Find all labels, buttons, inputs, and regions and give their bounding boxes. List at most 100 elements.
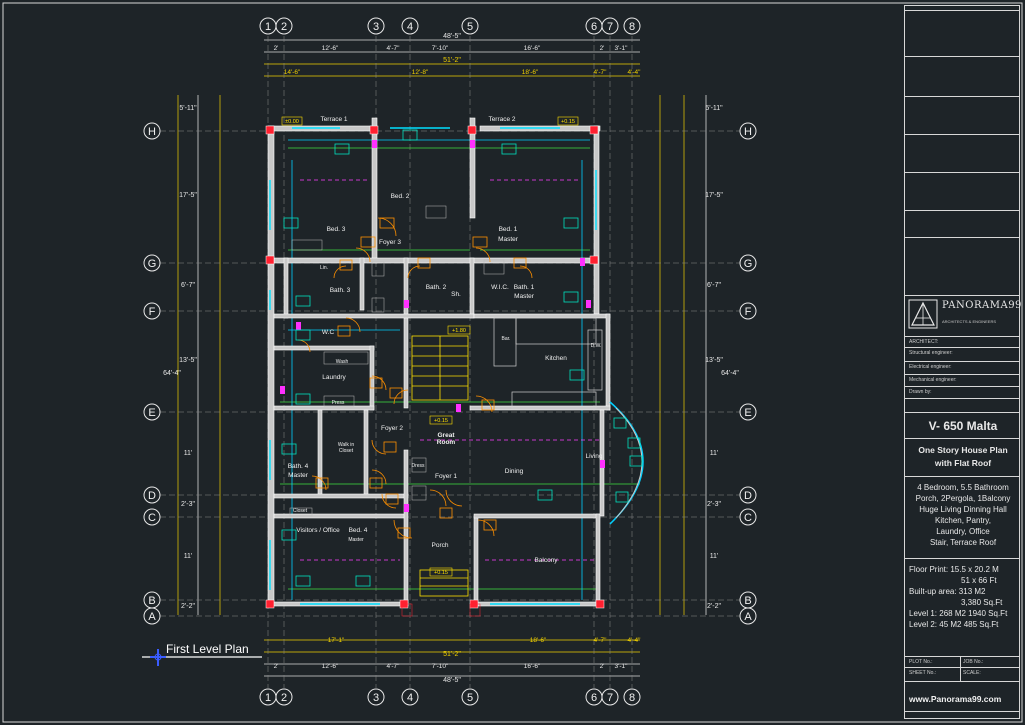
- room-label-office: Visitors / Office: [296, 527, 340, 534]
- dim-bottom-row1-0: 17'-1": [328, 637, 345, 644]
- desc-line-1: 4 Bedroom, 5.5 Bathroom: [917, 483, 1009, 492]
- room-label-wic: W.I.C.: [491, 284, 509, 291]
- project-code: V- 650 Malta: [928, 419, 998, 433]
- room-label-great: Great: [438, 432, 456, 439]
- grid-col-6-bottom-label: 6: [591, 692, 597, 704]
- floor-plan-drawing: 1122334455667788H HG GF FE ED DC CB BA A 48'-5"2…: [2, 2, 1023, 723]
- room-label-bath1-master: Master: [514, 293, 535, 300]
- grid-col-1-bottom-label: 1: [265, 692, 271, 704]
- role-mechanical: Mechanical engineer:: [909, 377, 957, 383]
- dim-top-row3-0: 14'-6": [284, 69, 301, 76]
- room-label-foyer1: Foyer 1: [435, 473, 457, 480]
- dim-top-row3-2: 18'-6": [522, 69, 539, 76]
- scale-label: SCALE:: [963, 670, 981, 676]
- grid-row-C-right-label: C: [744, 512, 752, 524]
- grid-col-5-bottom-label: 5: [467, 692, 473, 704]
- dim-bottom-row3-2: 4'-7": [387, 663, 401, 670]
- dim-top-row3-4: 4'-4": [628, 69, 642, 76]
- dim-right-0: 5'-11": [705, 105, 723, 112]
- svg-text:+0.15: +0.15: [434, 418, 448, 424]
- room-label-kitchen: Kitchen: [545, 355, 567, 362]
- area-level-2: Level 2: 45 M2 485 Sq.Ft: [909, 620, 999, 629]
- room-label-lin: Lin.: [320, 265, 328, 271]
- grid-col-7-bottom-label: 7: [607, 692, 613, 704]
- plan-title: First Level Plan: [166, 642, 249, 656]
- room-label-bath4: Bath. 4: [288, 463, 309, 470]
- room-label-press: Press: [332, 400, 345, 406]
- grid-row-G-left-label: G: [148, 258, 157, 270]
- plan-title-block: First Level Plan: [142, 642, 262, 666]
- room-label-bed1-master: Master: [498, 236, 519, 243]
- grid-col-3-bottom-label: 3: [373, 692, 379, 704]
- grid-col-4-bottom-label: 4: [407, 692, 413, 704]
- room-label-laundry: Laundry: [322, 374, 346, 381]
- dim-left-5: 2'-3": [181, 501, 195, 508]
- dim-right-7: 2'-2": [707, 603, 721, 610]
- website-link[interactable]: www.Panorama99.com: [909, 694, 1001, 704]
- dim-right-2: 6'-7": [707, 282, 721, 289]
- project-type-2: with Flat Roof: [934, 458, 992, 468]
- svg-text:±0.00: ±0.00: [285, 119, 299, 125]
- svg-text:+1.80: +1.80: [452, 328, 466, 334]
- dim-bottom-row3-0: 2': [274, 663, 279, 670]
- dim-right-6: 11': [710, 553, 719, 560]
- dim-left-2: 6'-7": [181, 282, 195, 289]
- grid-col-8-top-label: 8: [629, 21, 635, 33]
- desc-line-5: Laundry, Office: [936, 527, 990, 536]
- dim-bottom-row1-1: 18'-6": [530, 637, 547, 644]
- grid-row-H-left-label: H: [148, 126, 156, 138]
- dim-left-3: 13'-5": [179, 357, 197, 364]
- dim-bottom-row1-2: 4'-7": [594, 637, 608, 644]
- dim-top-row1-1: 12'-6": [322, 45, 339, 52]
- grid-col-1-top-label: 1: [265, 21, 271, 33]
- room-label-closet2: Closet: [293, 508, 308, 514]
- room-label-terrace2: Terrace 2: [488, 116, 515, 123]
- grid-col-2-bottom-label: 2: [281, 692, 287, 704]
- dim-top-row1-6: 3'-1": [615, 45, 629, 52]
- brand-logo: PANORAMA99 ARCHITECTS & ENGINEERS: [908, 299, 1021, 331]
- grid-col-7-top-label: 7: [607, 21, 613, 33]
- dim-bottom-row3-1: 12'-6": [322, 663, 339, 670]
- grid-row-E-right-label: E: [744, 407, 751, 419]
- room-label-dining: Dining: [505, 468, 524, 475]
- dim-top-row1-3: 7'-10": [432, 45, 449, 52]
- marker-symbols: [280, 140, 605, 512]
- grid-col-4-top-label: 4: [407, 21, 413, 33]
- dim-right-4: 11': [710, 450, 719, 457]
- grid-col-8-bottom-label: 8: [629, 692, 635, 704]
- job-no-label: JOB No.:: [963, 659, 984, 665]
- project-type-1: One Story House Plan: [918, 445, 1008, 455]
- grid-row-A-left-label: A: [148, 611, 156, 623]
- dim-right-1: 17'-5": [705, 192, 723, 199]
- title-block: PANORAMA99 ARCHITECTS & ENGINEERS ARCHIT…: [904, 5, 1021, 719]
- desc-line-6: Stair, Terrace Roof: [929, 538, 997, 547]
- role-structural: Structural engineer:: [909, 350, 953, 356]
- room-label-balcony: Balcony: [534, 557, 558, 564]
- room-label-wc: W.C: [322, 329, 335, 336]
- panorama-logo-icon: [908, 299, 938, 329]
- sheet-no-label: SHEET No.:: [909, 670, 937, 676]
- kitchen-counter: [493, 317, 603, 409]
- dim-left-1: 17'-5": [179, 192, 197, 199]
- plot-no-label: PLOT No.:: [909, 659, 933, 665]
- dim-bottom-row3-5: 2': [600, 663, 605, 670]
- dim-top-row3-3: 4'-7": [594, 69, 608, 76]
- svg-text:+0.15: +0.15: [561, 119, 575, 125]
- room-label-foyer3: Foyer 3: [379, 239, 401, 246]
- dim-right-3: 13'-5": [705, 357, 723, 364]
- room-label-wash: Wash: [336, 359, 349, 365]
- grid-col-6-top-label: 6: [591, 21, 597, 33]
- brand-name: PANORAMA99: [942, 300, 1022, 311]
- dim-right-5: 2'-3": [707, 501, 721, 508]
- grid-row-B-right-label: B: [744, 595, 751, 607]
- area-builtup-ft: 3,380 Sq.Ft: [961, 598, 1003, 607]
- room-label-dw: D.W.: [591, 343, 602, 349]
- desc-line-3: Huge Living Dinning Hall: [919, 505, 1007, 514]
- grid-row-H-right-label: H: [744, 126, 752, 138]
- room-label-closet: Closet: [339, 448, 354, 454]
- area-level-1: Level 1: 268 M2 1940 Sq.Ft: [909, 609, 1008, 618]
- room-label-great-room: Room: [437, 439, 456, 446]
- dim-left-7: 2'-2": [181, 603, 195, 610]
- grid-col-2-top-label: 2: [281, 21, 287, 33]
- dim-top-row1-2: 4'-7": [387, 45, 401, 52]
